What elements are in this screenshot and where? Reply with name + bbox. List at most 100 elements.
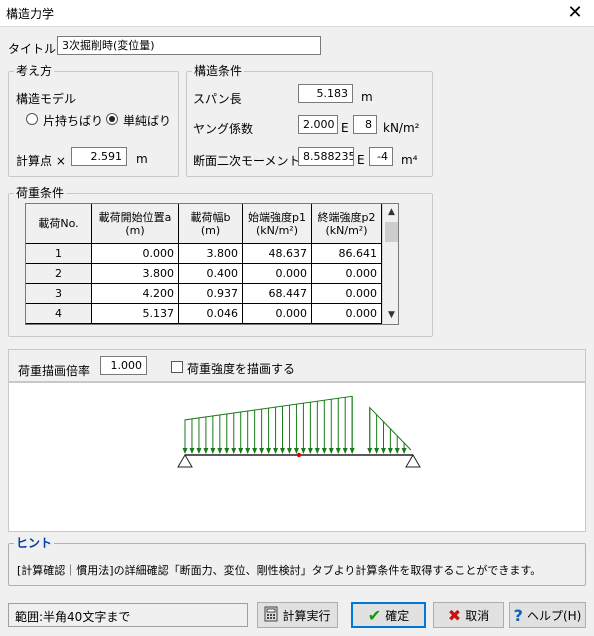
load-arrowhead: [273, 448, 279, 454]
load-arrowhead: [210, 448, 216, 454]
load-arrowhead: [189, 448, 195, 454]
cell-p1[interactable]: 0.000: [242, 263, 312, 284]
load-arrowhead: [394, 448, 400, 454]
cancel-button[interactable]: ✖ 取消: [433, 602, 504, 628]
moment-e-label: E: [357, 153, 365, 167]
draw-intensity-label: 荷重強度を描画する: [187, 362, 296, 376]
moment-mantissa-input[interactable]: 8.588235: [298, 147, 354, 166]
calc-point-marker: [296, 452, 302, 458]
load-arrowhead: [328, 448, 334, 454]
calc-button-label: 計算実行: [282, 608, 331, 623]
young-mantissa-input[interactable]: 2.000: [298, 115, 338, 134]
status-text: 範囲:半角40文字まで: [15, 610, 131, 624]
checkmark-icon: ✔: [367, 605, 382, 625]
draw-intensity-checkbox[interactable]: [171, 361, 183, 373]
question-icon: ?: [513, 605, 523, 625]
cell-width[interactable]: 0.400: [178, 263, 243, 284]
table-row[interactable]: 3 4.200 0.937 68.447 0.000: [26, 283, 382, 304]
table-row[interactable]: 4 5.137 0.046 0.000 0.000: [26, 303, 382, 324]
cell-start[interactable]: 5.137: [91, 303, 179, 324]
col-header-start: 載荷開始位置a (m): [91, 204, 179, 244]
cell-p1[interactable]: 48.637: [242, 243, 312, 264]
right-support-icon: [405, 454, 421, 468]
load-arrowhead: [401, 448, 407, 454]
table-scrollbar[interactable]: ▲ ▼: [382, 204, 398, 324]
span-unit: m: [361, 90, 373, 104]
load-arrowhead: [367, 448, 373, 454]
cell-p2[interactable]: 0.000: [311, 303, 382, 324]
cell-p1[interactable]: 68.447: [242, 283, 312, 304]
title-input[interactable]: 3次掘削時(変位量): [57, 36, 321, 55]
model-label: 構造モデル: [16, 92, 77, 106]
cell-width[interactable]: 3.800: [178, 243, 243, 264]
row-number: 2: [26, 263, 92, 284]
scale-input[interactable]: 1.000: [100, 356, 147, 375]
table-header-row: 載荷No. 載荷開始位置a (m) 載荷幅b (m) 始端強度p1 (kN/m²…: [26, 204, 382, 244]
load-arrowhead: [266, 448, 272, 454]
span-input[interactable]: 5.183: [298, 84, 353, 103]
load-arrowhead: [342, 448, 348, 454]
load-arrowhead: [300, 448, 306, 454]
load-arrowhead: [259, 448, 265, 454]
cell-p2[interactable]: 0.000: [311, 283, 382, 304]
cancel-button-label: 取消: [465, 608, 490, 623]
young-unit: kN/m²: [383, 121, 420, 135]
radio-cantilever[interactable]: [26, 113, 38, 125]
cell-width[interactable]: 0.937: [178, 283, 243, 304]
cell-width[interactable]: 0.046: [178, 303, 243, 324]
calc-point-label: 計算点 ×: [16, 154, 66, 168]
drawing-toolbar: [8, 349, 586, 382]
help-button-label: ヘルプ(H): [526, 608, 582, 623]
table-row[interactable]: 1 0.000 3.800 48.637 86.641: [26, 243, 382, 264]
radio-simple-beam-label: 単純ばり: [123, 114, 172, 128]
close-icon[interactable]: ✕: [564, 2, 586, 24]
title-label: タイトル: [8, 42, 57, 56]
cell-start[interactable]: 3.800: [91, 263, 179, 284]
row-number: 1: [26, 243, 92, 264]
radio-simple-beam[interactable]: [106, 113, 118, 125]
load-table: 載荷No. 載荷開始位置a (m) 載荷幅b (m) 始端強度p1 (kN/m²…: [26, 204, 382, 324]
cell-p2[interactable]: 0.000: [311, 263, 382, 284]
load-arrowhead: [231, 448, 237, 454]
scroll-up-icon[interactable]: ▲: [383, 204, 398, 221]
load-arrowhead: [252, 448, 258, 454]
load-arrowhead: [286, 448, 292, 454]
load-arrowhead: [335, 448, 341, 454]
moment-exp-input[interactable]: -4: [369, 147, 393, 166]
scroll-down-icon[interactable]: ▼: [383, 307, 398, 324]
calculator-icon: [264, 606, 278, 625]
cell-p2[interactable]: 86.641: [311, 243, 382, 264]
young-e-label: E: [341, 121, 349, 135]
drawing-canvas: [8, 382, 586, 532]
load-arrowhead: [307, 448, 313, 454]
table-row[interactable]: 2 3.800 0.400 0.000 0.000: [26, 263, 382, 284]
moment-label: 断面二次モーメント: [193, 154, 301, 168]
cell-p1[interactable]: 0.000: [242, 303, 312, 324]
row-number: 3: [26, 283, 92, 304]
load-arrowhead: [182, 448, 188, 454]
load-arrowhead: [349, 448, 355, 454]
moment-unit: m⁴: [401, 153, 418, 167]
col-header-width: 載荷幅b (m): [178, 204, 243, 244]
help-button[interactable]: ? ヘルプ(H): [509, 602, 586, 628]
cell-start[interactable]: 4.200: [91, 283, 179, 304]
load-arrowhead: [374, 448, 380, 454]
scroll-thumb[interactable]: [385, 222, 398, 242]
calc-point-input[interactable]: 2.591: [71, 147, 127, 166]
ok-button[interactable]: ✔ 確定: [351, 602, 426, 628]
col-header-p1: 始端強度p1 (kN/m²): [242, 204, 312, 244]
row-number: 4: [26, 303, 92, 324]
load-arrowhead: [245, 448, 251, 454]
cell-start[interactable]: 0.000: [91, 243, 179, 264]
ok-button-label: 確定: [385, 608, 410, 623]
young-exp-input[interactable]: 8: [353, 115, 377, 134]
load-arrowhead: [314, 448, 320, 454]
load-arrowhead: [203, 448, 209, 454]
load-table-container: 載荷No. 載荷開始位置a (m) 載荷幅b (m) 始端強度p1 (kN/m²…: [25, 203, 399, 325]
load-arrowhead: [217, 448, 223, 454]
calc-button[interactable]: 計算実行: [257, 602, 338, 628]
radio-cantilever-label: 片持ちばり: [43, 114, 104, 128]
load-arrows: [182, 395, 412, 454]
structure-legend: 構造条件: [192, 64, 245, 78]
hint-text: [計算確認｜慣用法]の詳細確認「断面力、変位、剛性検討」タブより計算条件を取得す…: [17, 564, 542, 577]
